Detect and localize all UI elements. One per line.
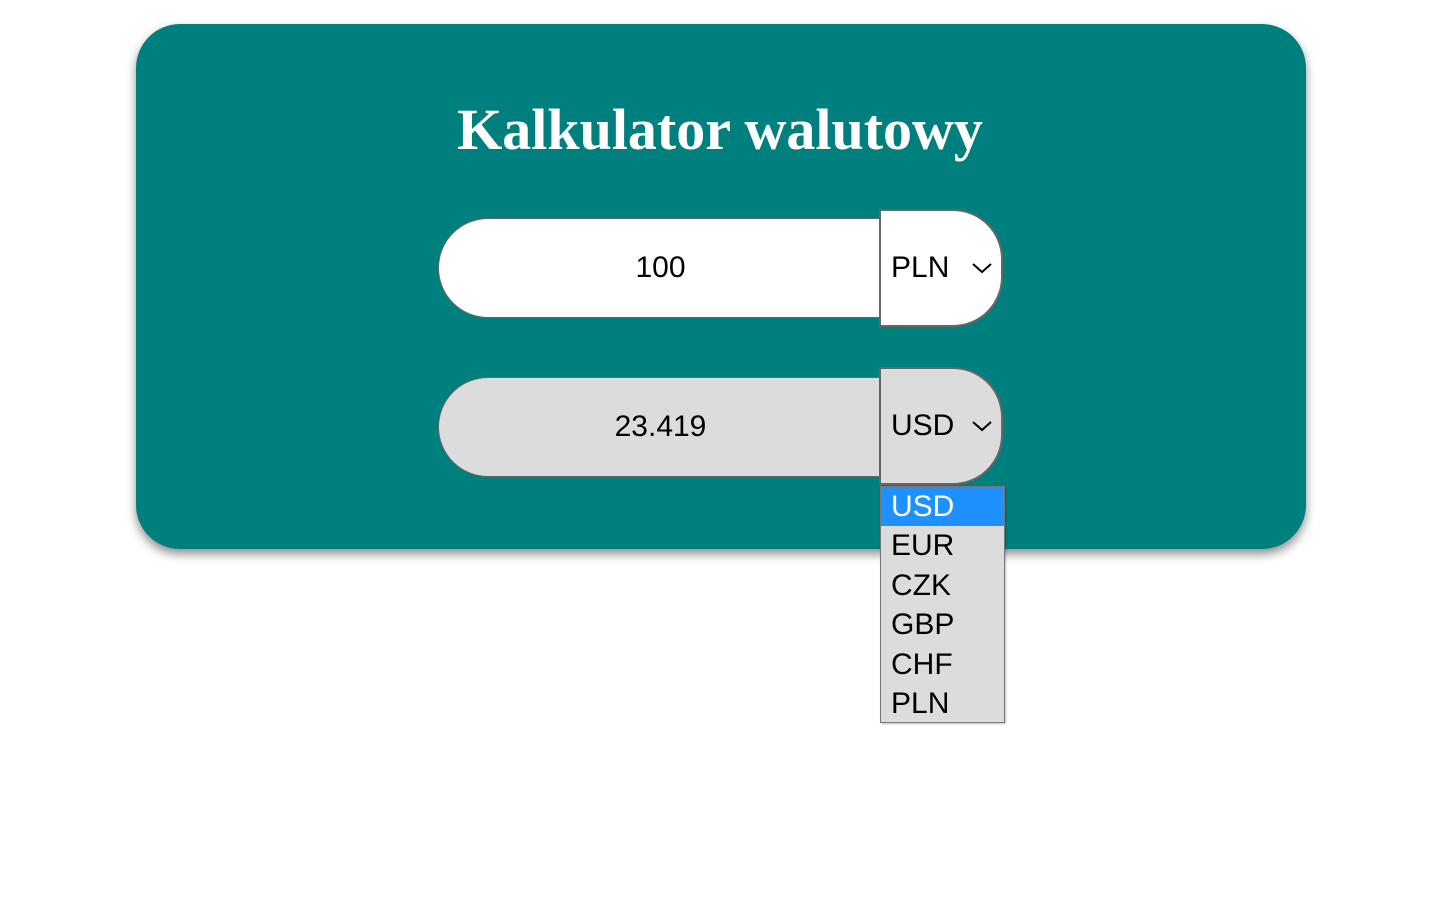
to-currency-select[interactable]: USD <box>879 367 1003 485</box>
chevron-down-icon <box>972 263 992 274</box>
to-currency-value: USD <box>891 409 955 442</box>
from-currency-select[interactable]: PLN <box>879 209 1003 327</box>
dropdown-option-gbp[interactable]: GBP <box>881 605 1004 644</box>
chevron-down-icon <box>972 421 992 432</box>
currency-dropdown-list: USD EUR CZK GBP CHF PLN <box>880 486 1005 723</box>
dropdown-option-chf[interactable]: CHF <box>881 645 1004 684</box>
dropdown-option-czk[interactable]: CZK <box>881 566 1004 605</box>
to-amount-output <box>438 377 898 477</box>
from-amount-input[interactable] <box>438 218 898 318</box>
page-title: Kalkulator walutowy <box>457 97 983 162</box>
dropdown-option-eur[interactable]: EUR <box>881 526 1004 565</box>
dropdown-option-pln[interactable]: PLN <box>881 684 1004 723</box>
dropdown-option-usd[interactable]: USD <box>881 487 1004 527</box>
from-currency-value: PLN <box>891 251 950 284</box>
